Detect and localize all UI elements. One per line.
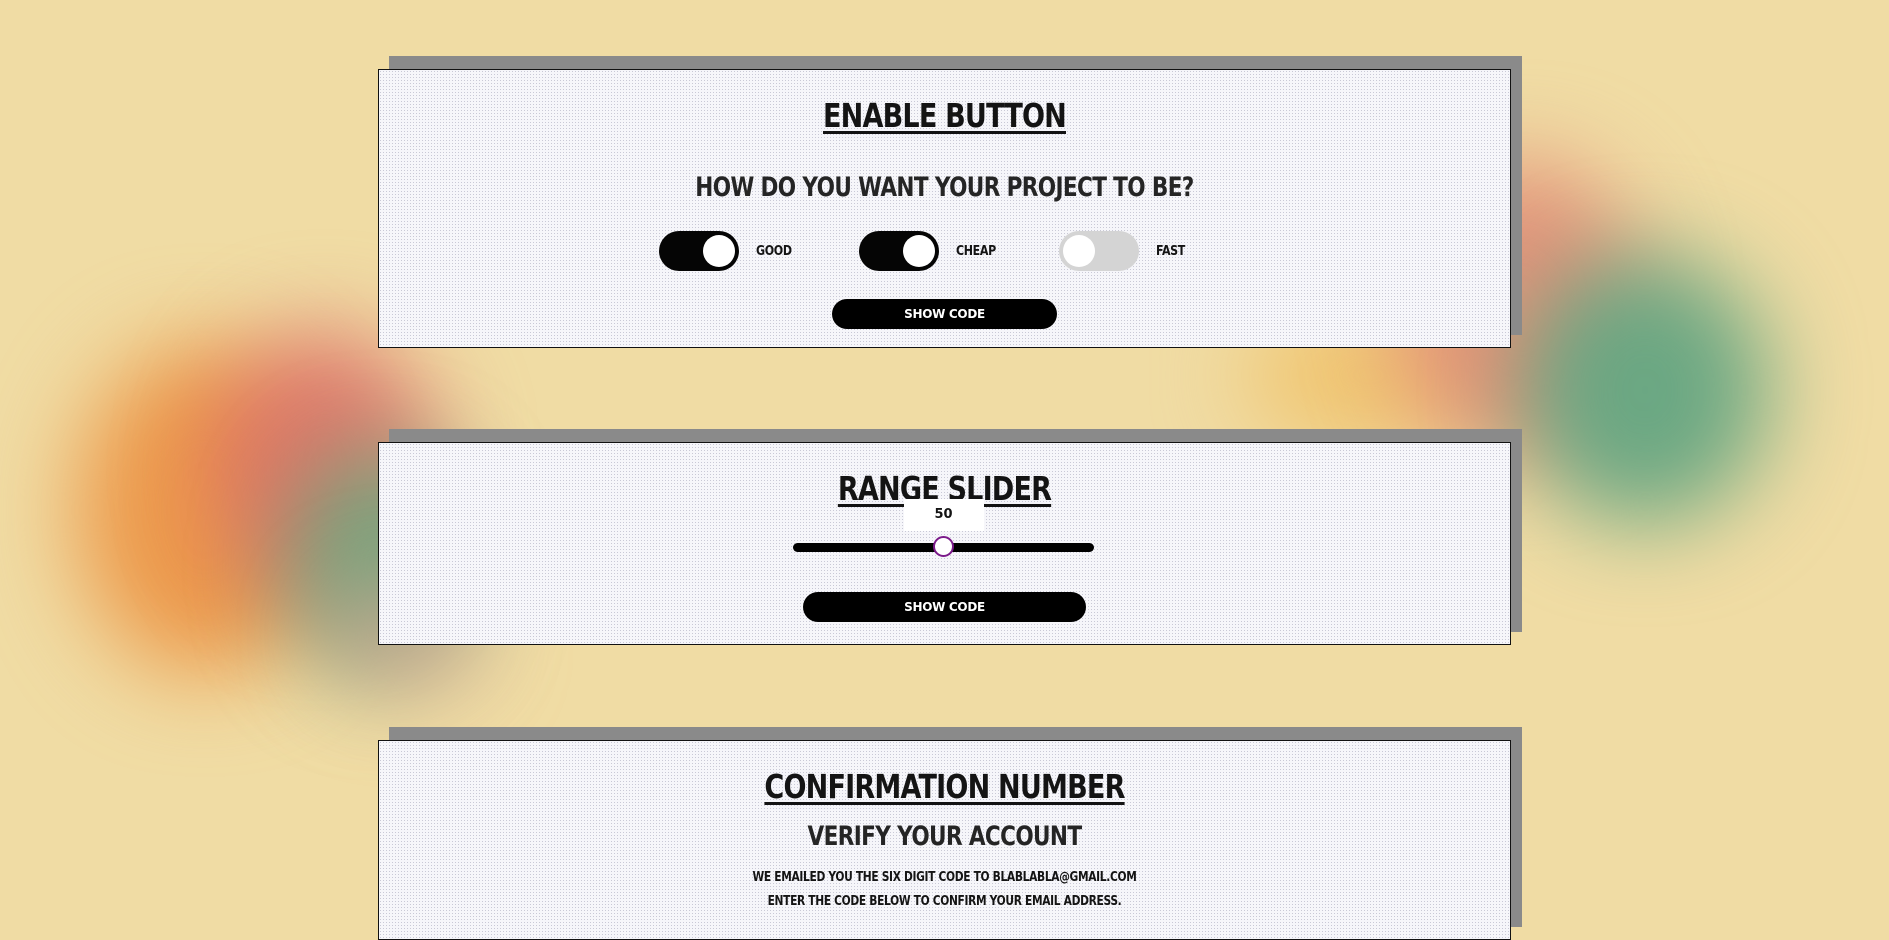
toggle-good[interactable]: GOOD bbox=[659, 231, 798, 271]
toggle-cheap-label: CHEAP bbox=[956, 243, 996, 259]
emailed-code-text: WE EMAILED YOU THE SIX DIGIT CODE TO BLA… bbox=[752, 870, 1137, 885]
range-slider-card: RANGE SLIDER 50 SHOW CODE bbox=[378, 442, 1511, 645]
background-blob bbox=[1520, 255, 1770, 525]
toggle-good-label: GOOD bbox=[756, 243, 792, 259]
confirmation-number-card: CONFIRMATION NUMBER VERIFY YOUR ACCOUNT … bbox=[378, 740, 1511, 940]
toggle-knob bbox=[903, 235, 935, 267]
verify-account-heading: VERIFY YOUR ACCOUNT bbox=[807, 821, 1083, 852]
toggle-knob bbox=[703, 235, 735, 267]
toggle-cheap[interactable]: CHEAP bbox=[859, 231, 1003, 271]
show-code-button[interactable]: SHOW CODE bbox=[803, 592, 1086, 622]
project-question: HOW DO YOU WANT YOUR PROJECT TO BE? bbox=[695, 172, 1194, 203]
range-slider-value: 50 bbox=[903, 499, 984, 531]
confirmation-number-title: CONFIRMATION NUMBER bbox=[764, 767, 1125, 806]
toggle-knob bbox=[1063, 235, 1095, 267]
toggle-fast[interactable]: FAST bbox=[1059, 231, 1190, 271]
show-code-button[interactable]: SHOW CODE bbox=[832, 299, 1057, 329]
toggle-cheap-switch[interactable] bbox=[859, 231, 939, 271]
background-blob bbox=[75, 345, 335, 675]
range-slider-thumb[interactable] bbox=[932, 536, 954, 557]
toggle-fast-switch[interactable] bbox=[1059, 231, 1139, 271]
enter-code-instructions: ENTER THE CODE BELOW TO CONFIRM YOUR EMA… bbox=[767, 894, 1122, 909]
toggle-good-switch[interactable] bbox=[659, 231, 739, 271]
enable-button-title: ENABLE BUTTON bbox=[823, 96, 1067, 135]
enable-button-card: ENABLE BUTTON HOW DO YOU WANT YOUR PROJE… bbox=[378, 69, 1511, 348]
toggle-fast-label: FAST bbox=[1156, 243, 1185, 259]
